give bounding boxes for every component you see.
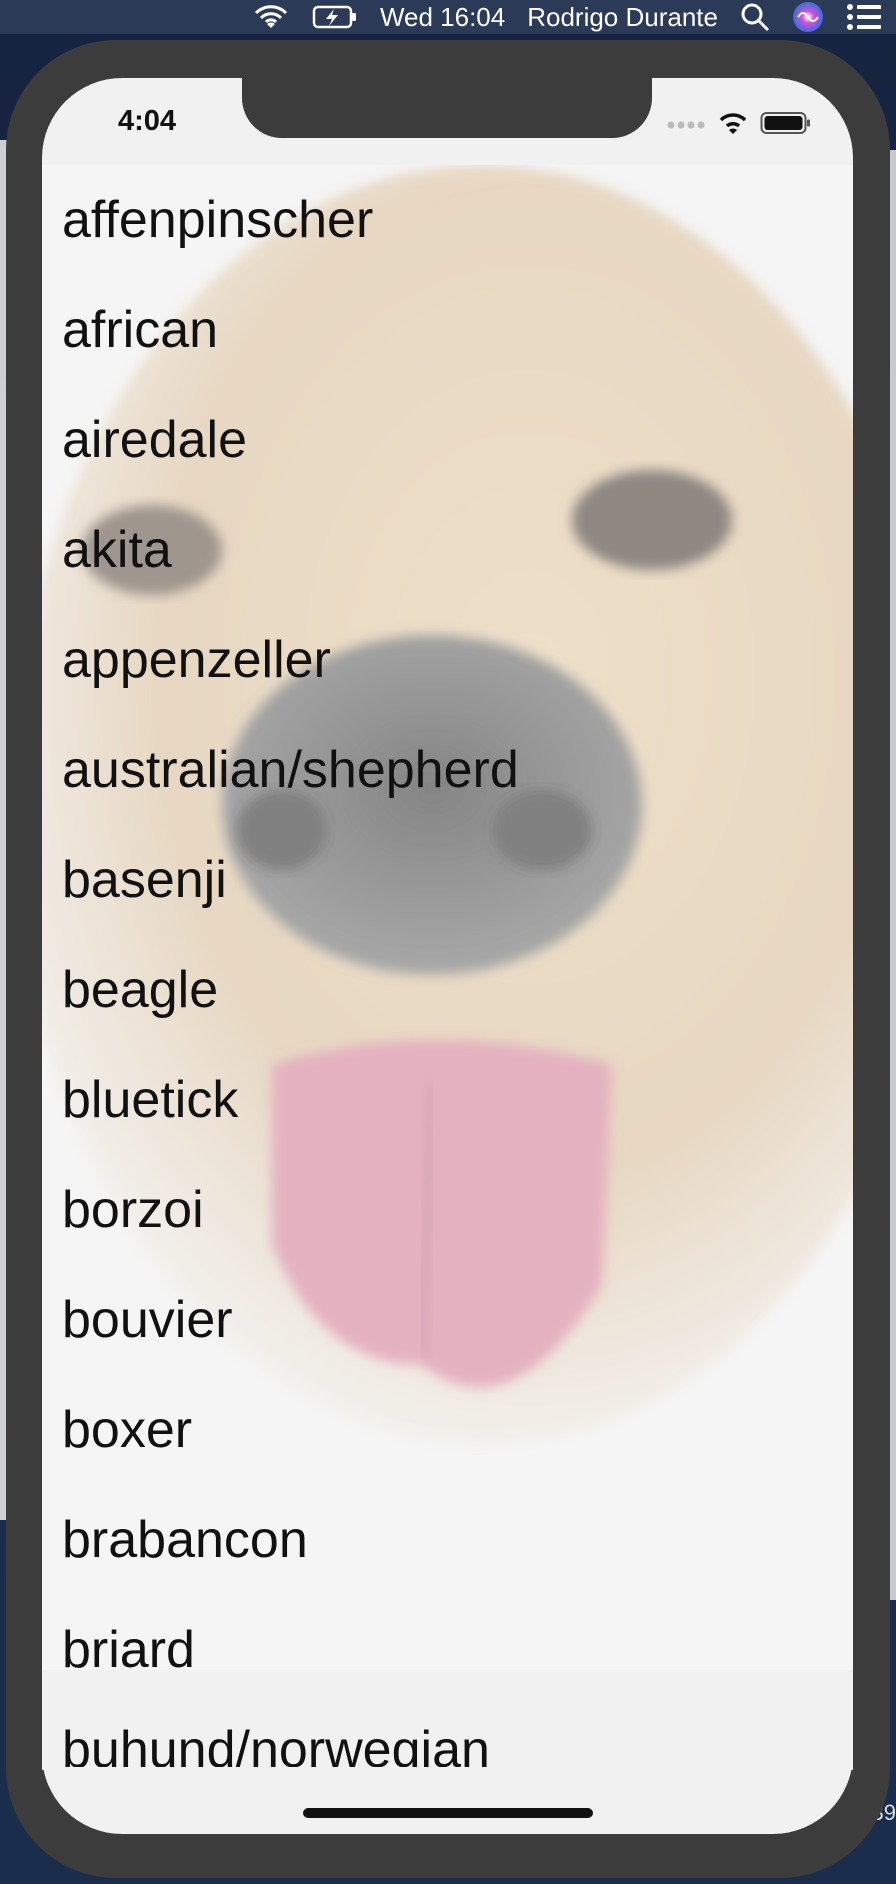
siri-icon[interactable]	[792, 1, 824, 33]
list-item[interactable]: airedale	[42, 385, 853, 495]
list-item[interactable]: appenzeller	[42, 605, 853, 715]
home-indicator[interactable]	[303, 1808, 593, 1818]
battery-charging-icon[interactable]	[312, 4, 358, 30]
breed-list-view[interactable]: affenpinscher african airedale akita app…	[42, 165, 853, 1670]
spotlight-search-icon[interactable]	[740, 2, 770, 32]
menubar-clock[interactable]: Wed 16:04	[380, 2, 505, 33]
list-item[interactable]: bouvier	[42, 1265, 853, 1375]
battery-icon	[760, 111, 812, 140]
list-item[interactable]: bluetick	[42, 1045, 853, 1155]
wifi-icon	[716, 110, 750, 141]
wifi-icon[interactable]	[252, 3, 290, 31]
list-item[interactable]: brabancon	[42, 1485, 853, 1595]
list-item[interactable]: boxer	[42, 1375, 853, 1485]
list-item-partial[interactable]: buhund/norwegian	[62, 1715, 490, 1767]
list-item[interactable]: australian/shepherd	[42, 715, 853, 825]
cellular-signal-icon	[666, 117, 706, 135]
list-item[interactable]: basenji	[42, 825, 853, 935]
phone-notch	[242, 78, 652, 138]
notification-center-icon[interactable]	[846, 3, 882, 31]
list-item[interactable]: akita	[42, 495, 853, 605]
list-item[interactable]: briard	[42, 1595, 853, 1670]
list-item[interactable]: affenpinscher	[42, 165, 853, 275]
list-item[interactable]: borzoi	[42, 1155, 853, 1265]
list-item[interactable]: african	[42, 275, 853, 385]
menubar-user-name[interactable]: Rodrigo Durante	[527, 2, 718, 33]
list-item[interactable]: beagle	[42, 935, 853, 1045]
breed-list: affenpinscher african airedale akita app…	[42, 165, 853, 1670]
status-bar-time: 4:04	[118, 105, 177, 137]
menu-bar: Wed 16:04 Rodrigo Durante	[0, 0, 896, 34]
status-bar-indicators	[666, 110, 812, 141]
